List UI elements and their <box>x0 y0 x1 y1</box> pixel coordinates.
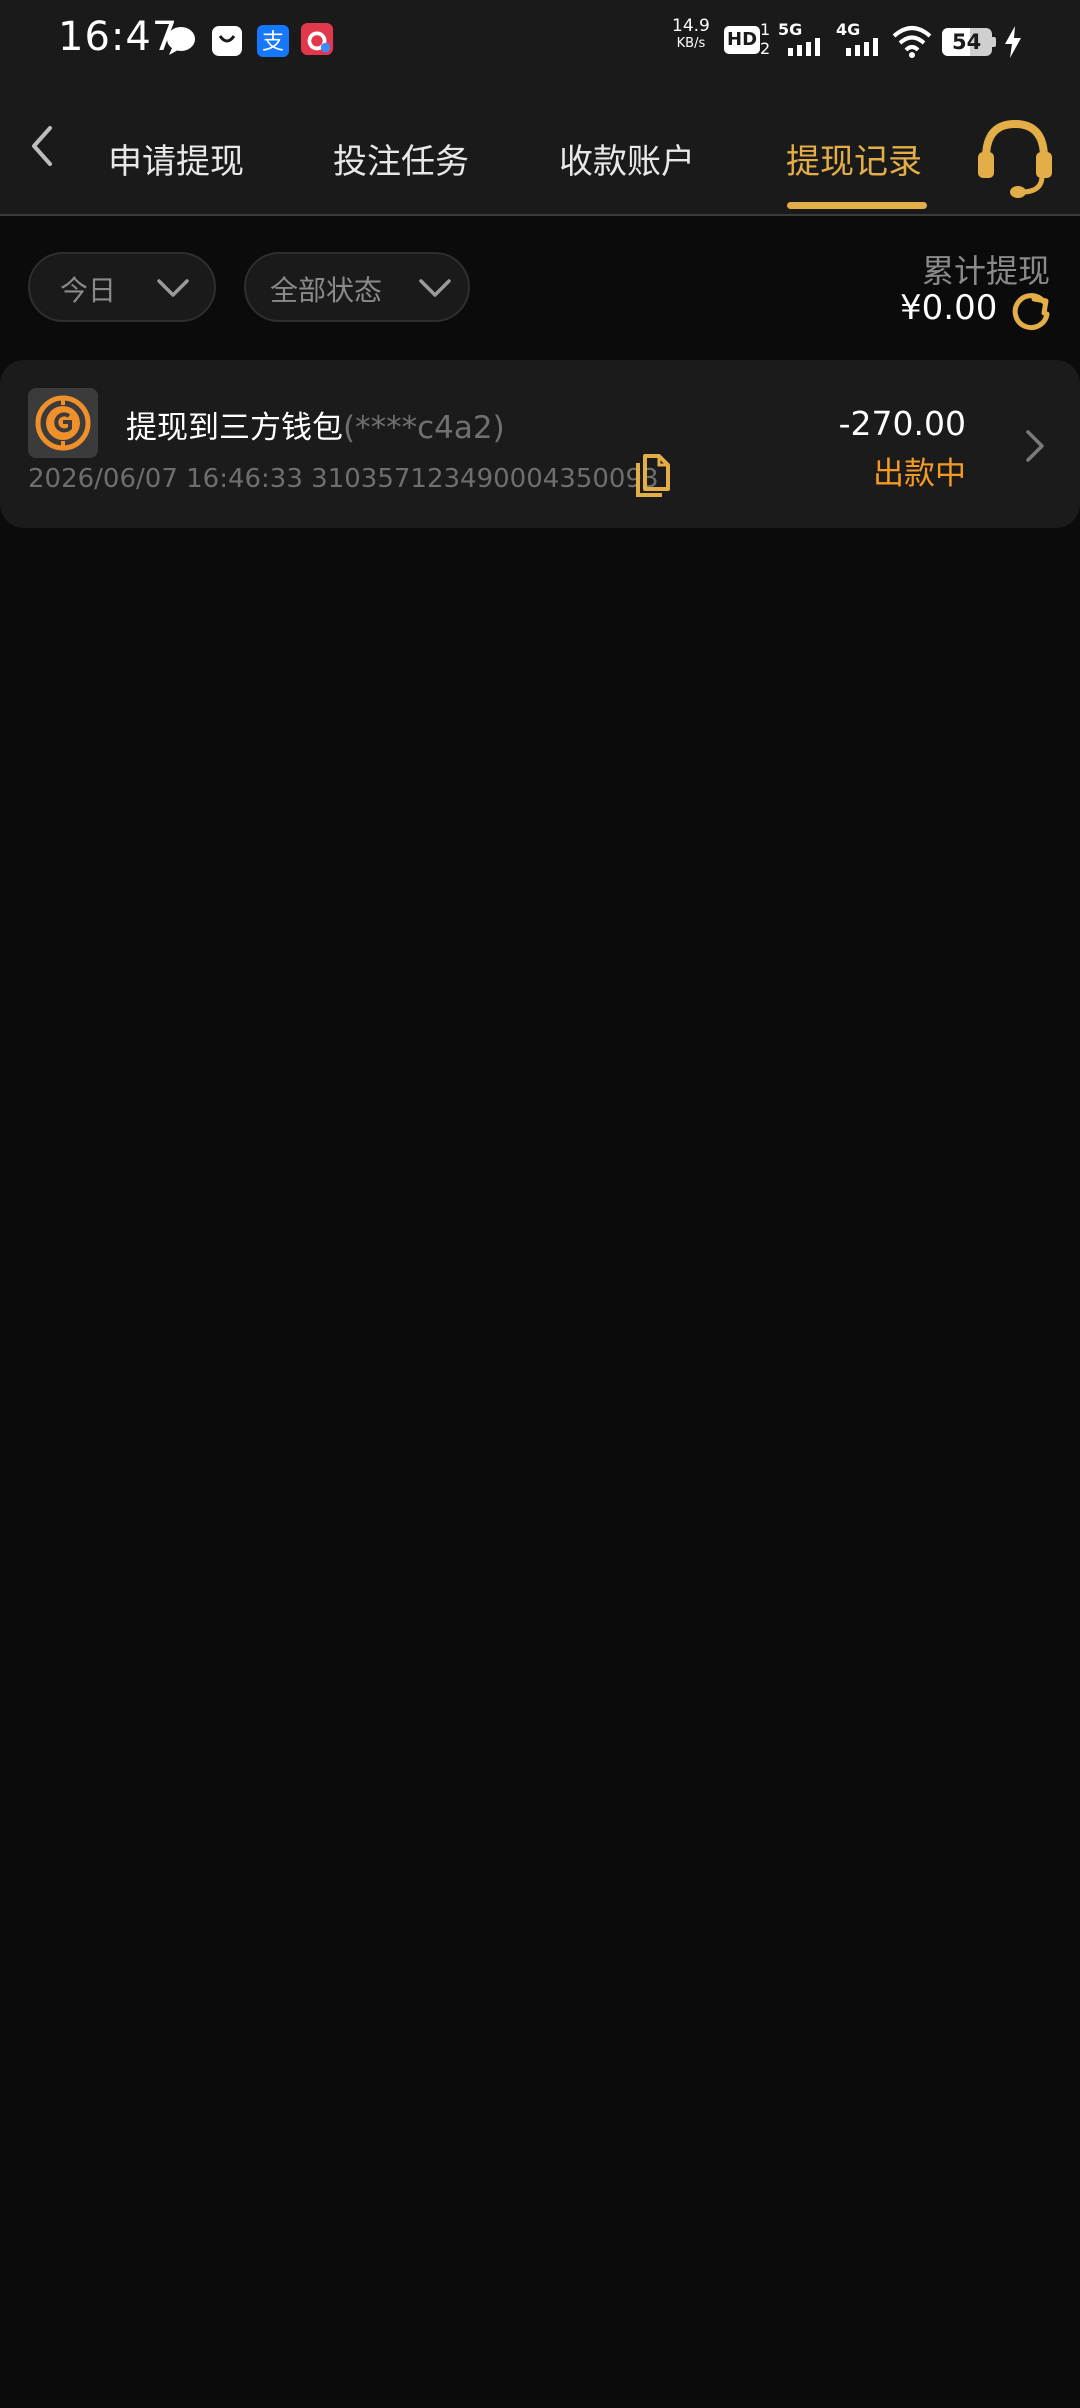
wallet-coin-icon <box>28 388 98 458</box>
net-speed-unit: KB/s <box>676 36 706 51</box>
message-icon <box>167 27 195 55</box>
hd-icon: HD <box>724 26 760 54</box>
status-filter-label: 全部状态 <box>270 274 383 307</box>
charging-icon <box>1005 26 1021 58</box>
chevron-down-icon <box>419 279 451 297</box>
wifi-icon <box>892 26 932 58</box>
record-meta: 2026/06/07 16:46:33 31035712349000435009… <box>28 464 659 494</box>
copy-icon[interactable] <box>632 453 672 499</box>
chevron-left-icon <box>32 126 52 166</box>
total-withdraw-value: ¥0.00 <box>900 288 998 328</box>
signal-5g-icon: 5G <box>778 20 828 60</box>
net-speed-value: 14.9 <box>672 16 710 36</box>
record-title-text: 提现到三方钱包 <box>126 410 343 446</box>
back-button[interactable] <box>22 116 62 176</box>
signal-4g-icon: 4G <box>836 20 886 60</box>
active-tab-indicator <box>787 202 927 209</box>
hd-sub-top: 1 <box>760 20 771 39</box>
record-masked-account: (****c4a2) <box>343 410 505 446</box>
svg-text:支: 支 <box>262 30 284 55</box>
hd-badge: HD <box>727 29 758 50</box>
battery-icon: 54 <box>942 28 996 56</box>
total-withdraw-label: 累计提现 <box>921 252 1050 290</box>
hd-sub: 1 2 <box>760 20 770 58</box>
tab-withdraw-records[interactable]: 提现记录 <box>786 134 922 183</box>
date-filter-dropdown[interactable]: 今日 <box>28 252 216 322</box>
signal-4g-label: 4G <box>836 20 861 39</box>
chevron-right-icon[interactable] <box>1024 428 1046 464</box>
status-bar: 16:47 支 14.9 KB/s HD 1 2 5G 4G 54 <box>0 0 1080 86</box>
tab-betting-tasks[interactable]: 投注任务 <box>333 134 469 183</box>
alipay-icon: 支 <box>257 25 289 57</box>
date-filter-label: 今日 <box>60 274 117 307</box>
bag-icon <box>212 26 242 56</box>
record-status: 出款中 <box>873 456 966 492</box>
app-icon <box>300 22 334 56</box>
top-nav: 申请提现 投注任务 收款账户 提现记录 <box>0 86 1080 216</box>
tab-payment-accounts[interactable]: 收款账户 <box>559 134 695 183</box>
battery-level: 54 <box>952 30 982 54</box>
record-amount: -270.00 <box>838 404 966 443</box>
record-title: 提现到三方钱包(****c4a2) <box>126 402 505 447</box>
net-speed: 14.9 KB/s <box>672 18 710 52</box>
withdraw-record-item[interactable]: 提现到三方钱包(****c4a2) 2026/06/07 16:46:33 31… <box>0 360 1080 528</box>
refresh-icon[interactable] <box>1010 290 1052 332</box>
status-time: 16:47 <box>58 14 179 60</box>
hd-sub-bottom: 2 <box>760 39 771 58</box>
status-filter-dropdown[interactable]: 全部状态 <box>244 252 470 322</box>
signal-5g-label: 5G <box>778 20 803 39</box>
tab-apply-withdraw[interactable]: 申请提现 <box>108 134 244 183</box>
record-order-id: 310357123490004350093 <box>311 464 659 494</box>
record-datetime: 2026/06/07 16:46:33 <box>28 464 303 494</box>
headset-icon[interactable] <box>972 112 1058 198</box>
chevron-down-icon <box>157 279 189 297</box>
